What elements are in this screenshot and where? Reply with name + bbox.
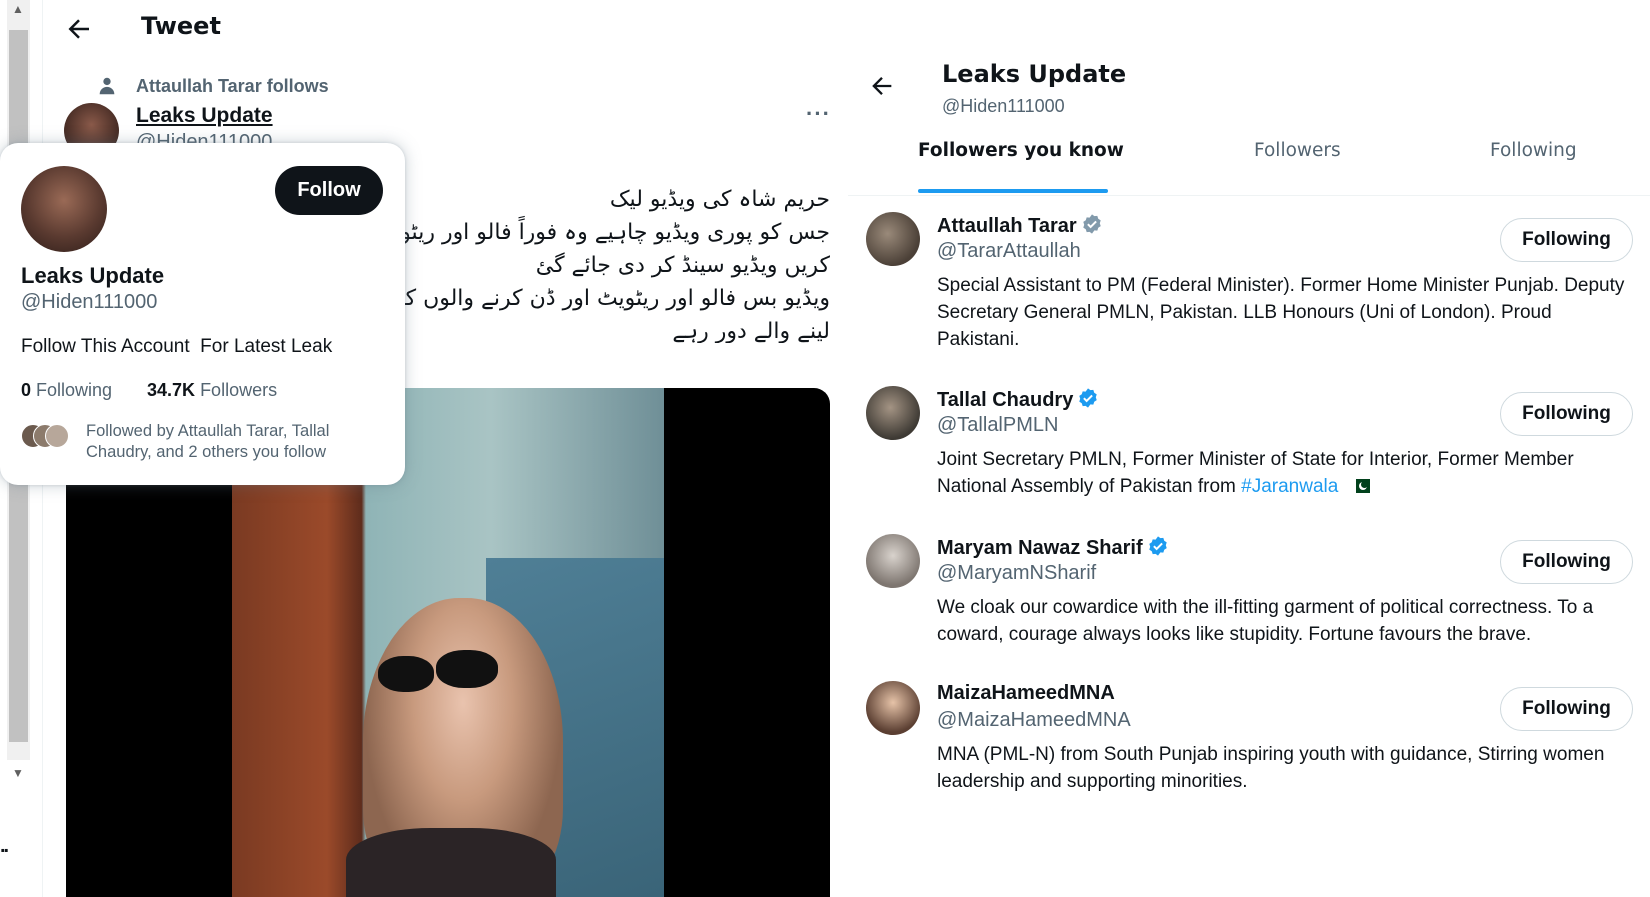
follower-name-text: Maryam Nawaz Sharif — [937, 537, 1143, 559]
hashtag-link[interactable]: #Jaranwala — [1241, 476, 1338, 497]
follower-name[interactable]: Maryam Nawaz Sharif — [937, 535, 1169, 560]
tweet-text-line: ویڈیو بس فالو اور ریٹویٹ اور ڈن کرنے وال… — [403, 286, 830, 311]
following-count: 0 — [21, 380, 32, 400]
followed-by-text[interactable]: Followed by Attaullah Tarar, Tallal Chau… — [86, 421, 386, 463]
profile-hover-card: Follow Leaks Update @Hiden111000 Follow … — [0, 143, 405, 485]
scroll-up-arrow-icon[interactable]: ▲ — [9, 0, 27, 18]
followers-label: Followers — [200, 380, 278, 400]
follower-avatar[interactable] — [866, 534, 920, 588]
scroll-down-arrow-icon[interactable]: ▼ — [9, 764, 27, 782]
tabs-divider — [848, 195, 1650, 196]
tab-followers[interactable]: Followers — [1254, 140, 1341, 161]
sunglasses-right — [436, 650, 498, 688]
more-options-icon[interactable]: ··· — [806, 101, 831, 127]
tweet-text-line: کریں ویڈیو سینڈ کر دی جائے گئ — [535, 253, 830, 278]
following-button[interactable]: Following — [1500, 540, 1633, 584]
follower-bio: We cloak our cowardice with the ill-fitt… — [937, 597, 1594, 645]
follower-name-text: Tallal Chaudry — [937, 389, 1074, 411]
follower-name[interactable]: Tallal Chaudry — [937, 387, 1099, 412]
follower-avatar[interactable] — [866, 681, 920, 735]
back-arrow-icon[interactable] — [868, 72, 896, 100]
follower-handle[interactable]: @MaryamNSharif — [937, 562, 1096, 585]
more-dots[interactable]: .. — [0, 835, 9, 858]
mini-avatar — [45, 424, 69, 448]
follower-handle[interactable]: @MaizaHameedMNA — [937, 709, 1131, 732]
hover-card-avatar[interactable] — [21, 166, 107, 252]
followed-by-avatars — [21, 422, 71, 450]
tweet-author-name[interactable]: Leaks Update — [136, 104, 273, 128]
follower-avatar[interactable] — [866, 386, 920, 440]
follow-button[interactable]: Follow — [275, 166, 383, 215]
follower-row[interactable]: Maryam Nawaz Sharif @MaryamNSharif Follo… — [848, 522, 1650, 662]
profile-handle: @Hiden111000 — [942, 96, 1065, 116]
followers-count: 34.7K — [147, 380, 196, 400]
follower-name[interactable]: MaizaHameedMNA — [937, 682, 1115, 705]
follower-handle[interactable]: @TallalPMLN — [937, 414, 1058, 437]
tweet-text-line: جس کو پوری ویڈیو چاہیے وہ فوراً فالو اور… — [403, 220, 830, 245]
follower-bio: Special Assistant to PM (Federal Ministe… — [937, 275, 1625, 350]
sunglasses-left — [378, 656, 434, 692]
hover-card-bio: Follow This Account For Latest Leak — [21, 336, 333, 357]
person-icon — [96, 75, 118, 97]
tab-followers-you-know[interactable]: Followers you know — [918, 140, 1124, 161]
tweet-text-line: حریم شاہ کی ویڈیو لیک — [609, 187, 830, 212]
tweet-text-line: لینے والے دور رہے — [672, 319, 830, 343]
follower-bio: Joint Secretary PMLN, Former Minister of… — [937, 446, 1637, 500]
pakistan-flag-icon — [1351, 479, 1370, 493]
verified-badge-icon — [1148, 536, 1167, 556]
verified-badge-icon — [1082, 214, 1101, 234]
active-tab-indicator — [918, 189, 1108, 193]
following-button[interactable]: Following — [1500, 218, 1633, 262]
tweet-text: حریم شاہ کی ویڈیو لیک جس کو پوری ویڈیو چ… — [403, 183, 830, 343]
follower-row[interactable]: Tallal Chaudry @TallalPMLN Following Joi… — [848, 374, 1650, 514]
followers-count-link[interactable]: 34.7K Followers — [147, 380, 277, 401]
video-clothing — [346, 828, 556, 897]
page-title: Tweet — [141, 12, 221, 40]
follower-avatar[interactable] — [866, 212, 920, 266]
tab-following[interactable]: Following — [1490, 140, 1577, 161]
following-button[interactable]: Following — [1500, 687, 1633, 731]
follower-handle[interactable]: @TararAttaullah — [937, 240, 1081, 263]
following-button[interactable]: Following — [1500, 392, 1633, 436]
following-count-link[interactable]: 0 Following — [21, 380, 112, 401]
following-label: Following — [36, 380, 113, 400]
verified-badge-icon — [1079, 388, 1098, 408]
hover-card-handle[interactable]: @Hiden111000 — [21, 291, 157, 314]
follower-row[interactable]: MaizaHameedMNA @MaizaHameedMNA Following… — [848, 669, 1650, 809]
follower-row[interactable]: Attaullah Tarar @TararAttaullah Followin… — [848, 200, 1650, 360]
follower-bio: MNA (PML-N) from South Punjab inspiring … — [937, 744, 1605, 792]
social-context[interactable]: Attaullah Tarar follows — [136, 76, 329, 97]
follower-name[interactable]: Attaullah Tarar — [937, 213, 1103, 238]
profile-title: Leaks Update — [942, 60, 1127, 88]
follower-name-text: Attaullah Tarar — [937, 215, 1077, 237]
back-arrow-icon[interactable] — [64, 14, 94, 44]
hover-card-name[interactable]: Leaks Update — [21, 263, 164, 289]
